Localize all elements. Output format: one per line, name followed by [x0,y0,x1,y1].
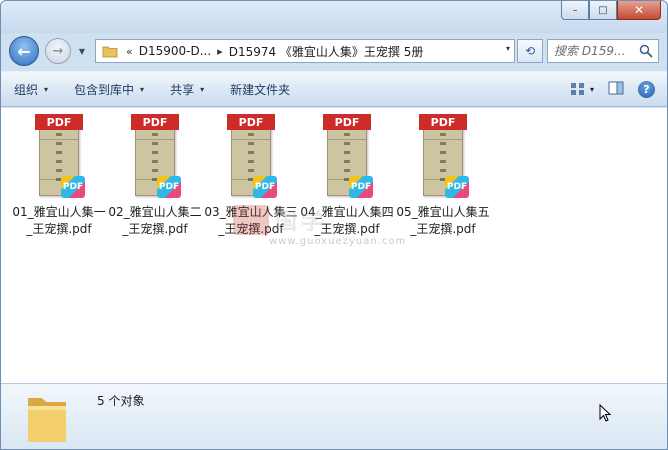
file-name: 04_雅宜山人集四_王宠撰.pdf [300,205,394,236]
pdf-label: PDF [419,114,467,130]
organize-label: 组织 [14,82,39,97]
file-item[interactable]: PDF PDF 03_雅宜山人集三_王宠撰.pdf [203,114,299,238]
search-icon[interactable] [639,44,653,61]
explorer-window: – □ ✕ ← → ▼ « D15900-D... ▸ D15974 《雅宜山人… [0,0,668,450]
forward-arrow-icon: → [52,43,64,59]
pdf-file-icon: PDF PDF [419,114,469,198]
pdf-label: PDF [323,114,371,130]
file-name: 05_雅宜山人集五_王宠撰.pdf [396,205,490,236]
chevron-down-icon: ▾ [44,84,49,94]
pdf-label: PDF [35,114,83,130]
folder-icon [100,41,120,61]
file-item[interactable]: PDF PDF 01_雅宜山人集一_王宠撰.pdf [11,114,107,238]
back-button[interactable]: ← [9,36,39,66]
breadcrumb-separator[interactable]: ▸ [211,45,229,58]
pdf-app-badge-icon: PDF [157,176,181,198]
minimize-button[interactable]: – [561,1,589,20]
pdf-app-badge-icon: PDF [349,176,373,198]
folder-icon [25,388,69,449]
maximize-button[interactable]: □ [589,1,617,20]
chevron-down-icon: ▾ [200,84,205,94]
share-label: 共享 [170,82,195,97]
file-name: 01_雅宜山人集一_王宠撰.pdf [12,205,106,236]
new-folder-label: 新建文件夹 [230,82,291,97]
pdf-file-icon: PDF PDF [35,114,85,198]
pdf-file-icon: PDF PDF [323,114,373,198]
change-view-button[interactable]: ▾ [570,82,594,96]
address-dropdown-icon[interactable]: ▾ [506,44,510,53]
breadcrumb-item-parent[interactable]: D15900-D... [139,44,211,58]
pdf-app-badge-icon: PDF [445,176,469,198]
pdf-file-icon: PDF PDF [131,114,181,198]
forward-button[interactable]: → [45,38,71,64]
pdf-app-badge-icon: PDF [253,176,277,198]
file-item[interactable]: PDF PDF 04_雅宜山人集四_王宠撰.pdf [299,114,395,238]
address-bar[interactable]: « D15900-D... ▸ D15974 《雅宜山人集》王宠撰 5册 ▾ [95,39,515,63]
pdf-app-badge-icon: PDF [61,176,85,198]
file-item[interactable]: PDF PDF 02_雅宜山人集二_王宠撰.pdf [107,114,203,238]
file-name: 03_雅宜山人集三_王宠撰.pdf [204,205,298,236]
search-box[interactable] [547,39,659,63]
close-button[interactable]: ✕ [617,1,661,20]
back-arrow-icon: ← [17,41,31,61]
file-list[interactable]: PDF PDF 01_雅宜山人集一_王宠撰.pdf PDF PDF 02_雅宜山… [1,108,667,383]
view-grid-icon [570,83,584,95]
mouse-cursor-icon [599,403,612,425]
file-name: 02_雅宜山人集二_王宠撰.pdf [108,205,202,236]
breadcrumb-item-current[interactable]: D15974 《雅宜山人集》王宠撰 5册 [229,43,424,60]
include-in-library-label: 包含到库中 [74,82,135,97]
item-count: 5 个对象 [97,394,145,408]
recent-pages-button[interactable]: ▼ [75,45,89,57]
preview-pane-button[interactable] [608,81,624,98]
organize-menu[interactable]: 组织 ▾ [1,72,61,106]
title-bar[interactable]: – □ ✕ [1,1,667,33]
watermark-url: www.guoxuezyuan.com [269,236,407,247]
details-pane: 5 个对象 [1,383,667,449]
chevron-down-icon: ▾ [140,84,145,94]
navigation-bar: ← → ▼ « D15900-D... ▸ D15974 《雅宜山人集》王宠撰 … [1,33,667,69]
view-dropdown-icon[interactable]: ▾ [590,85,594,94]
help-button[interactable]: ? [638,80,655,98]
pdf-label: PDF [227,114,275,130]
refresh-button[interactable]: ⟲ [517,39,543,63]
pdf-file-icon: PDF PDF [227,114,277,198]
search-input[interactable] [554,44,642,58]
caption-buttons: – □ ✕ [561,1,661,20]
preview-pane-icon [608,81,624,94]
refresh-icon: ⟲ [524,44,536,58]
include-in-library-menu[interactable]: 包含到库中 ▾ [61,72,157,106]
breadcrumb-overflow[interactable]: « [120,45,139,58]
share-menu[interactable]: 共享 ▾ [157,72,217,106]
command-bar: 组织 ▾ 包含到库中 ▾ 共享 ▾ 新建文件夹 ▾ ? [1,71,667,107]
file-item[interactable]: PDF PDF 05_雅宜山人集五_王宠撰.pdf [395,114,491,238]
toolbar-right: ▾ ? [570,72,655,106]
new-folder-button[interactable]: 新建文件夹 [217,72,303,106]
pdf-label: PDF [131,114,179,130]
